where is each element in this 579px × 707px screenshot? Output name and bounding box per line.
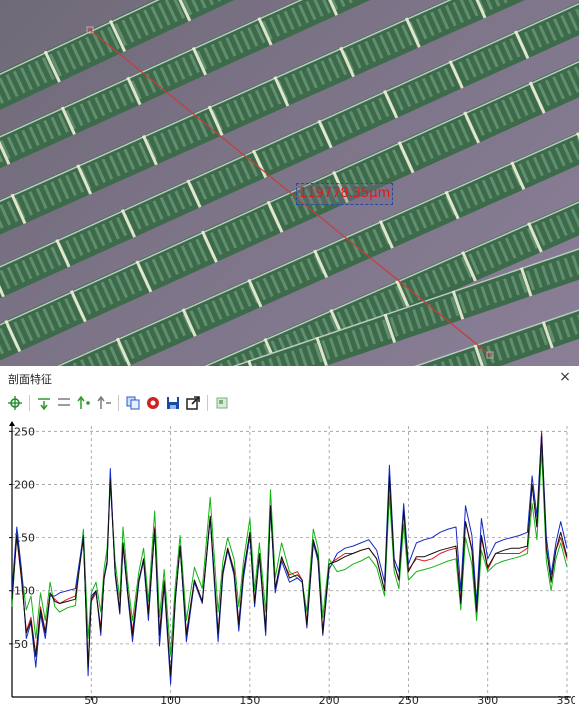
x-tick-label: 300 [477, 694, 498, 705]
chart-grid [12, 426, 568, 697]
record-icon[interactable] [144, 394, 162, 412]
x-tick-label: 50 [84, 694, 98, 705]
settings-icon[interactable] [213, 394, 231, 412]
toolbar-divider [29, 395, 30, 411]
toolbar-divider [118, 395, 119, 411]
add-point-up-icon[interactable] [75, 394, 93, 412]
remove-point-up-icon[interactable] [95, 394, 113, 412]
toolbar-divider [207, 395, 208, 411]
series-line-2 [11, 449, 568, 655]
profile-feature-panel: 剖面特征 × 50 100 150 200 250 50 100 150 200… [0, 366, 579, 707]
series-line-4 [11, 436, 568, 677]
algae-filaments [0, 0, 579, 366]
profile-toolbar [6, 393, 233, 413]
x-tick-label: 250 [398, 694, 419, 705]
microscope-image [0, 0, 579, 366]
x-tick-label: 200 [319, 694, 340, 705]
copy-icon[interactable] [124, 394, 142, 412]
export-icon[interactable] [184, 394, 202, 412]
add-point-down-icon[interactable] [35, 394, 53, 412]
x-axis-ticks: 50 100 150 200 250 300 350 [84, 694, 575, 705]
x-tick-label: 100 [160, 694, 181, 705]
save-icon[interactable] [164, 394, 182, 412]
y-tick-label: 50 [14, 638, 28, 651]
series-line-1 [11, 430, 568, 679]
measurement-label[interactable]: 119778.35μm [296, 183, 394, 205]
x-tick-label: 350 [557, 694, 576, 705]
y-tick-label: 250 [14, 425, 35, 438]
panel-header: 剖面特征 × [0, 366, 579, 390]
x-tick-label: 150 [239, 694, 260, 705]
close-button[interactable]: × [557, 368, 573, 386]
microscope-image-view[interactable]: 119778.35μm [0, 0, 579, 366]
chart-series [11, 430, 568, 685]
chart-axes [9, 421, 571, 698]
y-tick-label: 200 [14, 478, 35, 491]
crosshair-icon[interactable] [6, 394, 24, 412]
profile-chart[interactable]: 50 100 150 200 250 50 100 150 200 250 300 350 [4, 417, 575, 705]
panel-title: 剖面特征 [8, 373, 52, 386]
remove-point-down-icon[interactable] [55, 394, 73, 412]
